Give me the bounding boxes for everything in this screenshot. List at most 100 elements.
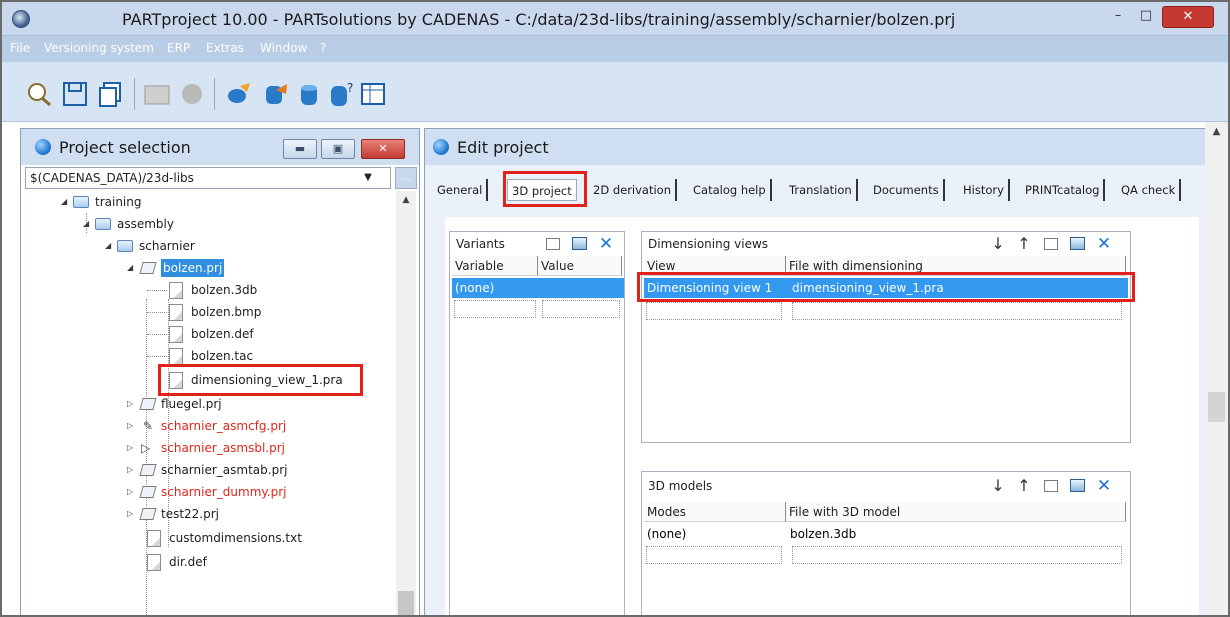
tree-node-scharnier[interactable]: ◢ scharnier xyxy=(105,235,305,257)
delete-icon[interactable]: ✕ xyxy=(1096,236,1112,253)
column-header-file-with-3d-model[interactable]: File with 3D model xyxy=(786,502,1126,522)
tree-node-bolzen-def[interactable]: bolzen.def xyxy=(169,323,369,345)
tab-printcatalog[interactable]: PRINTcatalog xyxy=(1021,179,1106,201)
tree-guide xyxy=(147,290,167,291)
search-part-icon[interactable] xyxy=(24,80,54,108)
tree-node-scharnier-dummy[interactable]: ▷ scharnier_dummy.prj xyxy=(127,481,347,503)
browse-button[interactable]: ... xyxy=(395,167,417,189)
table-row[interactable]: (none) xyxy=(452,278,624,298)
maximize-button[interactable]: □ xyxy=(1133,6,1159,28)
tree-node-assembly[interactable]: ◢ assembly xyxy=(83,213,283,235)
tab-catalog-help[interactable]: Catalog help xyxy=(689,179,772,201)
database-icon[interactable] xyxy=(294,80,324,108)
tree-node-bolzen-3db[interactable]: bolzen.3db xyxy=(169,279,369,301)
expanded-arrow-icon[interactable]: ◢ xyxy=(83,213,89,235)
menu-erp[interactable]: ERP xyxy=(167,41,190,55)
edit-icon[interactable] xyxy=(224,80,254,108)
move-down-icon[interactable]: ↓ xyxy=(990,236,1006,252)
menu-help[interactable]: ? xyxy=(320,41,326,55)
column-header-modes[interactable]: Modes xyxy=(644,502,786,522)
tab-qa-check[interactable]: QA check xyxy=(1117,179,1182,201)
column-header-value[interactable]: Value xyxy=(538,256,622,276)
import-icon[interactable] xyxy=(1070,237,1085,250)
tree-node-test22-prj[interactable]: ▷ test22.prj xyxy=(127,503,347,525)
minimize-button[interactable]: – xyxy=(1105,6,1131,28)
table-cell[interactable]: bolzen.3db xyxy=(790,524,856,544)
file-icon xyxy=(147,530,161,547)
tab-2d-derivation[interactable]: 2D derivation xyxy=(589,179,678,201)
title-bar: PARTproject 10.00 - PARTsolutions by CAD… xyxy=(2,2,1228,36)
menu-window[interactable]: Window xyxy=(260,41,307,55)
tree-node-scharnier-asmtab[interactable]: ▷ scharnier_asmtab.prj xyxy=(127,459,347,481)
import-icon[interactable] xyxy=(572,237,587,250)
empty-cell[interactable] xyxy=(542,300,620,318)
new-file-icon[interactable] xyxy=(546,238,560,250)
menu-versioning-system[interactable]: Versioning system xyxy=(44,41,154,55)
new-file-icon[interactable] xyxy=(1044,238,1058,250)
menu-extras[interactable]: Extras xyxy=(206,41,244,55)
tree-node-fluegel-prj[interactable]: ▷ fluegel.prj xyxy=(127,393,347,415)
tab-history[interactable]: History xyxy=(959,179,1010,201)
collapsed-arrow-icon[interactable]: ▷ xyxy=(127,459,133,481)
scrollbar-thumb[interactable] xyxy=(1208,392,1225,422)
expanded-arrow-icon[interactable]: ◢ xyxy=(127,257,133,279)
path-combobox[interactable]: $(CADENAS_DATA)/23d-libs ▼ xyxy=(25,167,391,189)
file-icon xyxy=(169,282,183,299)
empty-cell[interactable] xyxy=(454,300,536,318)
tree-node-training[interactable]: ◢ training xyxy=(61,191,261,213)
tab-documents[interactable]: Documents xyxy=(869,179,945,201)
empty-cell[interactable] xyxy=(646,546,782,564)
3d-view-icon[interactable] xyxy=(142,80,172,108)
save-icon[interactable] xyxy=(60,80,90,108)
variants-panel: Variants ✕ Variable Value (none) xyxy=(449,231,625,615)
database-help-icon[interactable]: ? xyxy=(326,80,356,108)
collapsed-arrow-icon[interactable]: ▷ xyxy=(127,437,133,459)
tree-node-scharnier-asmsbl[interactable]: ▷ ▷ scharnier_asmsbl.prj xyxy=(127,437,347,459)
tree-node-scharnier-asmcfg[interactable]: ▷ ✎ scharnier_asmcfg.prj xyxy=(127,415,347,437)
menu-file[interactable]: File xyxy=(10,41,30,55)
panel-close-button[interactable]: ✕ xyxy=(361,139,405,159)
scrollbar-thumb[interactable] xyxy=(398,591,414,615)
main-scrollbar[interactable]: ▲ xyxy=(1205,122,1228,615)
table-icon[interactable] xyxy=(358,80,388,108)
table-cell[interactable]: (none) xyxy=(647,524,686,544)
panel-minimize-button[interactable]: ▬ xyxy=(283,139,317,159)
tree-node-dir-def[interactable]: dir.def xyxy=(147,551,367,573)
scroll-up-arrow-icon[interactable]: ▲ xyxy=(396,191,416,209)
copy-icon[interactable] xyxy=(96,80,126,108)
chevron-down-icon[interactable]: ▼ xyxy=(358,168,378,188)
collapsed-arrow-icon[interactable]: ▷ xyxy=(127,481,133,503)
empty-cell[interactable] xyxy=(792,302,1122,320)
move-up-icon[interactable]: ↑ xyxy=(1016,236,1032,252)
collapsed-arrow-icon[interactable]: ▷ xyxy=(127,503,133,525)
expanded-arrow-icon[interactable]: ◢ xyxy=(61,191,67,213)
tab-general[interactable]: General xyxy=(433,179,489,201)
3d-models-title: 3D models xyxy=(648,479,713,493)
project-icon xyxy=(139,398,157,410)
3d-models-panel: 3D models ↓ ↑ ✕ Modes File with 3D model… xyxy=(641,471,1131,615)
tree-node-customdimensions[interactable]: customdimensions.txt xyxy=(147,527,367,549)
column-header-variable[interactable]: Variable xyxy=(452,256,538,276)
delete-icon[interactable]: ✕ xyxy=(598,236,614,253)
expanded-arrow-icon[interactable]: ◢ xyxy=(105,235,111,257)
delete-icon[interactable]: ✕ xyxy=(1096,478,1112,495)
panel-restore-button[interactable]: ▣ xyxy=(321,139,355,159)
tab-translation[interactable]: Translation xyxy=(785,179,858,201)
app-logo-icon[interactable] xyxy=(12,10,30,28)
scroll-up-arrow-icon[interactable]: ▲ xyxy=(1205,122,1228,142)
collapsed-arrow-icon[interactable]: ▷ xyxy=(127,415,133,437)
move-down-icon[interactable]: ↓ xyxy=(990,478,1006,494)
import-icon[interactable] xyxy=(1070,479,1085,492)
tree-scrollbar[interactable]: ▲ xyxy=(396,191,416,615)
tree-node-bolzen-prj[interactable]: ◢ bolzen.prj xyxy=(127,257,327,279)
close-window-button[interactable]: ✕ xyxy=(1162,6,1214,28)
empty-cell[interactable] xyxy=(646,302,782,320)
database-edit-icon[interactable] xyxy=(260,80,290,108)
new-file-icon[interactable] xyxy=(1044,480,1058,492)
empty-cell[interactable] xyxy=(792,546,1122,564)
move-up-icon[interactable]: ↑ xyxy=(1016,478,1032,494)
svg-text:?: ? xyxy=(347,81,353,95)
collapsed-arrow-icon[interactable]: ▷ xyxy=(127,393,133,415)
sphere-icon[interactable] xyxy=(177,80,207,108)
tree-node-bolzen-bmp[interactable]: bolzen.bmp xyxy=(169,301,369,323)
